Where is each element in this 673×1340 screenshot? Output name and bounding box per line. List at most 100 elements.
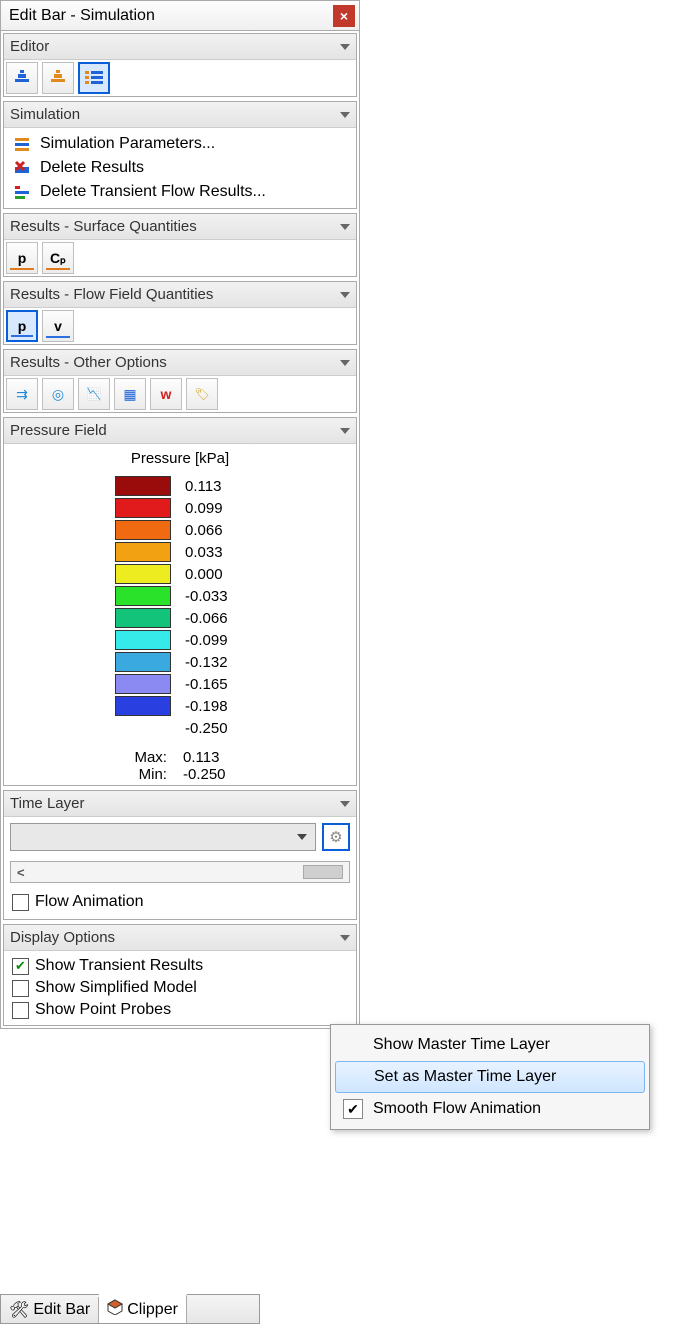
checkbox[interactable]: ✔ (12, 958, 29, 975)
max-label: Max: (134, 749, 167, 766)
legend-value: -0.198 (185, 698, 245, 715)
delete-transient-item[interactable]: Delete Transient Flow Results... (10, 180, 350, 204)
time-layer-header-label: Time Layer (10, 795, 340, 812)
flow-v-label: v (54, 318, 62, 334)
legend-swatch (115, 652, 171, 672)
display-options-section: Display Options ✔ Show Transient Results S… (3, 924, 357, 1026)
menu-item[interactable]: ✔Smooth Flow Animation (335, 1093, 645, 1125)
pressure-field-section: Pressure Field Pressure [kPa] 0.113 0.099… (3, 417, 357, 786)
legend-row: -0.165 (115, 673, 245, 695)
legend-row: -0.198 (115, 695, 245, 717)
surface-p-label: p (18, 250, 27, 266)
results-flow-header[interactable]: Results - Flow Field Quantities (4, 282, 356, 308)
chevron-down-icon (340, 360, 350, 366)
results-surface-header[interactable]: Results - Surface Quantities (4, 214, 356, 240)
pressure-field-header[interactable]: Pressure Field (4, 418, 356, 444)
stack-orange-icon (49, 69, 67, 87)
streamlines-button[interactable]: ⇉ (6, 378, 38, 410)
chevron-down-icon (340, 428, 350, 434)
legend-value: 0.066 (185, 522, 245, 539)
editor-header[interactable]: Editor (4, 34, 356, 60)
results-other-label: Results - Other Options (10, 354, 340, 371)
time-layer-combo[interactable] (10, 823, 316, 851)
flow-animation-label: Flow Animation (35, 893, 144, 911)
legend-swatch (115, 674, 171, 694)
tag-icon: 🏷 (194, 387, 209, 401)
chevron-down-icon (340, 292, 350, 298)
legend-title: Pressure [kPa] (131, 450, 229, 467)
flow-p-label: p (18, 318, 27, 334)
display-options-header[interactable]: Display Options (4, 925, 356, 951)
simulation-parameters-item[interactable]: Simulation Parameters... (10, 132, 350, 156)
time-layer-settings-button[interactable]: ⚙ (322, 823, 350, 851)
legend-row: -0.066 (115, 607, 245, 629)
display-options-header-label: Display Options (10, 929, 340, 946)
w-icon: w (161, 386, 172, 402)
legend-value: 0.099 (185, 500, 245, 517)
legend-swatch (115, 586, 171, 606)
close-button[interactable]: × (333, 5, 355, 27)
menu-check-icon: ✔ (343, 1099, 363, 1119)
chevron-down-icon (340, 224, 350, 230)
checkbox[interactable] (12, 980, 29, 997)
menu-item-label: Set as Master Time Layer (374, 1068, 556, 1086)
delete-results-item[interactable]: Delete Results (10, 156, 350, 180)
results-other-header[interactable]: Results - Other Options (4, 350, 356, 376)
display-option-row[interactable]: Show Simplified Model (10, 977, 350, 999)
grid-icon: ▦ (123, 386, 136, 403)
surface-cp-label: Cₚ (50, 250, 66, 267)
results-surface-section: Results - Surface Quantities p Cₚ (3, 213, 357, 277)
time-layer-scrollbar[interactable]: < (10, 861, 350, 883)
grid-button[interactable]: ▦ (114, 378, 146, 410)
titlebar: Edit Bar - Simulation × (1, 1, 359, 31)
tab-clipper[interactable]: Clipper (99, 1294, 187, 1323)
legend-value: -0.099 (185, 632, 245, 649)
surface-p-button[interactable]: p (6, 242, 38, 274)
legend-row: 0.099 (115, 497, 245, 519)
editor-header-label: Editor (10, 38, 340, 55)
menu-item[interactable]: Set as Master Time Layer (335, 1061, 645, 1093)
legend-row: -0.099 (115, 629, 245, 651)
legend-value: 0.000 (185, 566, 245, 583)
sim-params-label: Simulation Parameters... (40, 135, 215, 153)
chevron-down-icon (340, 44, 350, 50)
legend-swatch (115, 476, 171, 496)
chevron-down-icon (340, 935, 350, 941)
legend-row: 0.113 (115, 475, 245, 497)
editor-mode-3[interactable] (78, 62, 110, 94)
time-layer-section: Time Layer ⚙ < Flow Animation (3, 790, 357, 920)
surface-cp-button[interactable]: Cₚ (42, 242, 74, 274)
menu-item[interactable]: Show Master Time Layer (335, 1029, 645, 1061)
flow-v-button[interactable]: v (42, 310, 74, 342)
isosurface-button[interactable]: ◎ (42, 378, 74, 410)
scroll-thumb[interactable] (303, 865, 343, 879)
simulation-header[interactable]: Simulation (4, 102, 356, 128)
display-option-label: Show Point Probes (35, 1001, 171, 1019)
flow-p-button[interactable]: p (6, 310, 38, 342)
tab-edit-bar[interactable]: 🛠 Edit Bar (1, 1297, 99, 1323)
legend-row: 0.066 (115, 519, 245, 541)
editor-mode-1[interactable] (6, 62, 38, 94)
legend-value: -0.165 (185, 676, 245, 693)
tag-button[interactable]: 🏷 (186, 378, 218, 410)
editor-mode-2[interactable] (42, 62, 74, 94)
simulation-section: Simulation Simulation Parameters... Dele… (3, 101, 357, 209)
w-button[interactable]: w (150, 378, 182, 410)
delete-results-label: Delete Results (40, 159, 144, 177)
display-option-row[interactable]: ✔ Show Transient Results (10, 955, 350, 977)
tools-icon: 🛠 (9, 1300, 29, 1320)
display-option-label: Show Transient Results (35, 957, 203, 975)
legend-value: -0.132 (185, 654, 245, 671)
time-layer-header[interactable]: Time Layer (4, 791, 356, 817)
scroll-left-icon: < (17, 865, 25, 880)
flow-animation-checkbox[interactable] (12, 894, 29, 911)
graph-icon: 📉 (87, 387, 102, 401)
legend-value: -0.250 (185, 720, 245, 737)
checkbox[interactable] (12, 1002, 29, 1019)
bottom-tabs: 🛠 Edit Bar Clipper (0, 1294, 260, 1324)
display-option-row[interactable]: Show Point Probes (10, 999, 350, 1021)
legend-value: 0.113 (185, 478, 245, 495)
graph-button[interactable]: 📉 (78, 378, 110, 410)
legend-row: -0.250 (115, 717, 245, 739)
legend-row: -0.033 (115, 585, 245, 607)
